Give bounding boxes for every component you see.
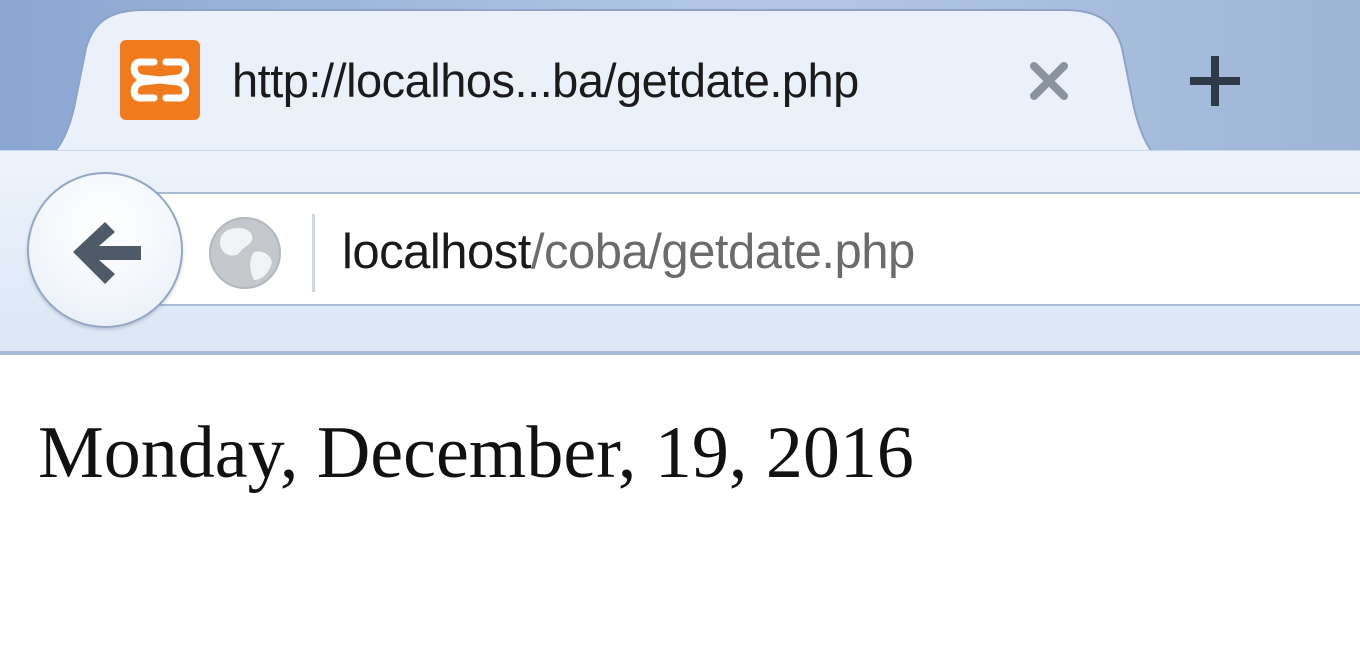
xampp-icon (120, 40, 200, 120)
url-text[interactable]: localhost/coba/getdate.php (342, 214, 915, 290)
plus-icon (1190, 56, 1240, 106)
new-tab-button[interactable] (1182, 48, 1248, 114)
tab-title: http://localhos...ba/getdate.php (232, 54, 859, 107)
globe-icon[interactable] (208, 216, 282, 290)
browser-tab[interactable]: http://localhos...ba/getdate.php (14, 8, 1184, 150)
back-button[interactable] (27, 172, 183, 328)
url-path: /coba/getdate.php (530, 225, 915, 279)
back-arrow-icon (73, 222, 141, 284)
close-icon[interactable] (1024, 56, 1074, 106)
urlbar-separator (312, 214, 315, 292)
navigation-toolbar: localhost/coba/getdate.php (0, 150, 1360, 351)
url-bar[interactable]: localhost/coba/getdate.php (120, 192, 1360, 306)
date-text: Monday, December, 19, 2016 (38, 412, 914, 494)
url-host: localhost (342, 225, 531, 279)
page-content: Monday, December, 19, 2016 (0, 355, 1360, 660)
tab-strip: http://localhos...ba/getdate.php (0, 0, 1360, 150)
